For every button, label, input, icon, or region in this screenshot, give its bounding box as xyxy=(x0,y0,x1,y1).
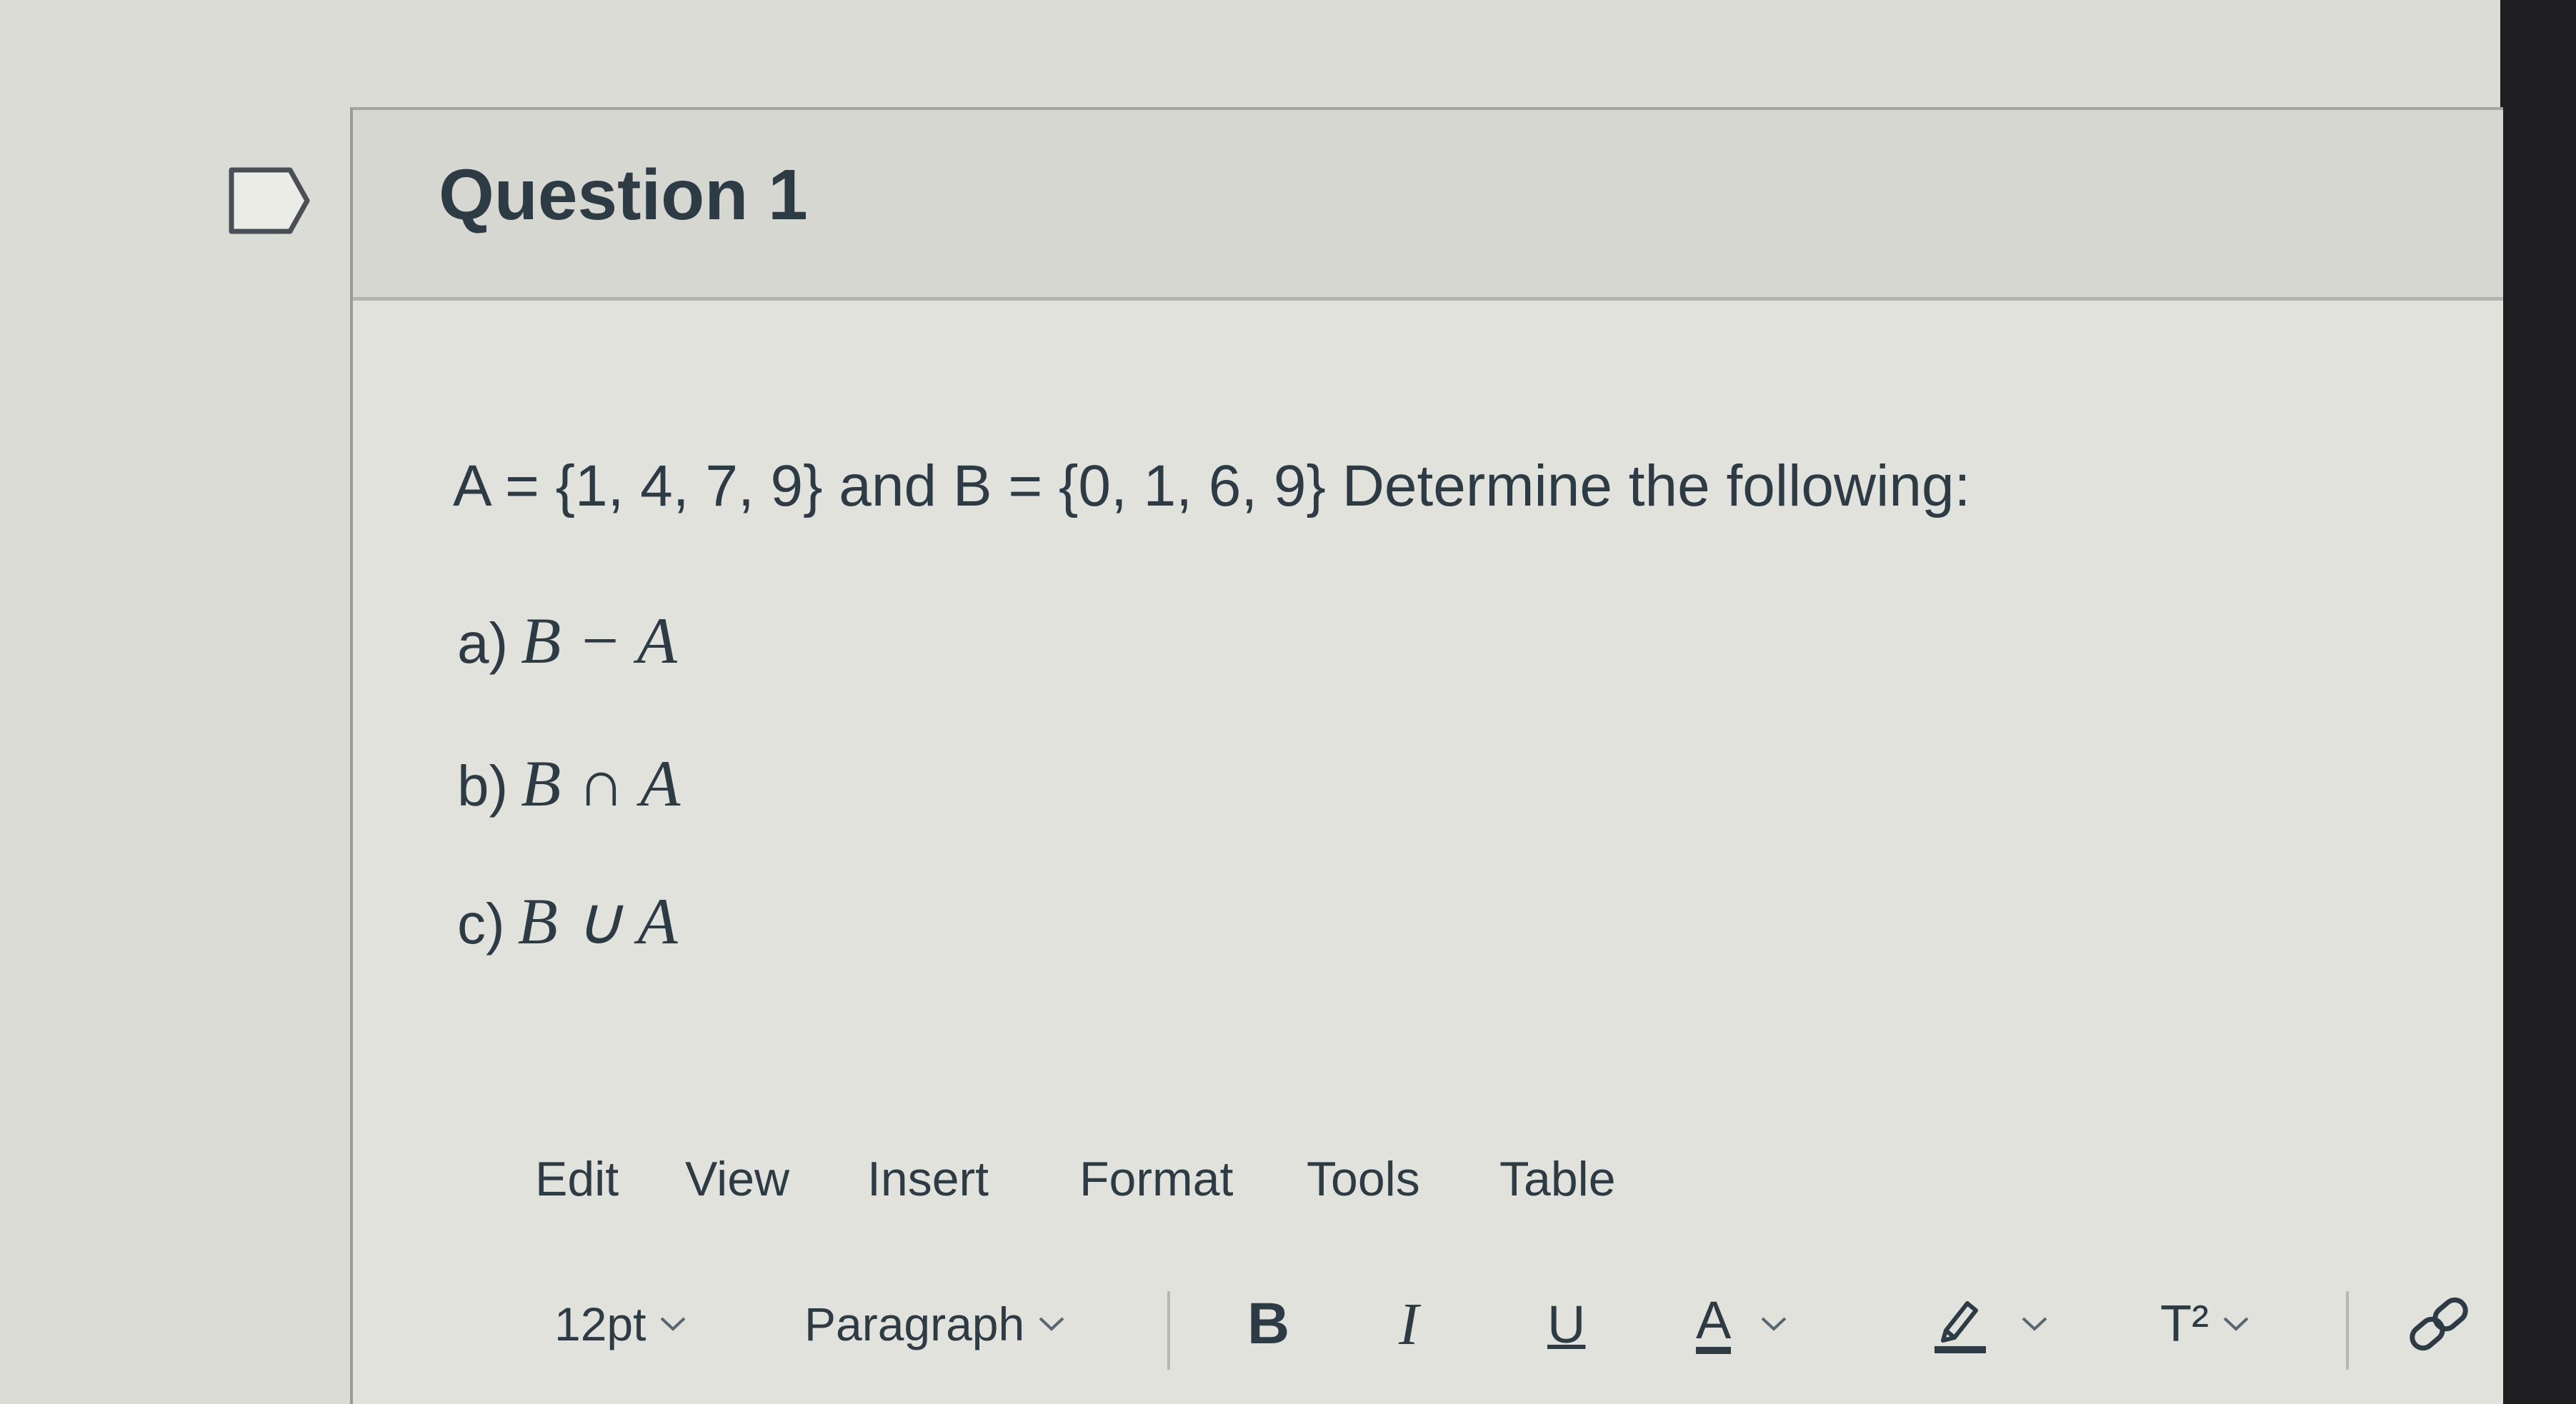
screen: Question 1 A = {1, 4, 7, 9} and B = {0, … xyxy=(0,0,2576,1404)
screen-edge xyxy=(2500,0,2576,1404)
menu-tools[interactable]: Tools xyxy=(1307,1151,1420,1207)
menu-insert[interactable]: Insert xyxy=(867,1151,989,1207)
chevron-down-icon xyxy=(1039,1317,1064,1331)
question-panel: Question 1 A = {1, 4, 7, 9} and B = {0, … xyxy=(350,107,2503,1404)
menu-view[interactable]: View xyxy=(685,1151,789,1207)
underline-label: U xyxy=(1547,1294,1586,1354)
part-a-expression: B − A xyxy=(521,604,677,677)
text-color-label: A xyxy=(1696,1294,1732,1354)
italic-label: I xyxy=(1399,1290,1419,1358)
part-b: b) B ∩ A xyxy=(457,746,680,821)
link-button[interactable] xyxy=(2403,1281,2475,1367)
chevron-down-icon xyxy=(661,1317,686,1331)
bold-button[interactable]: B xyxy=(1247,1281,1289,1367)
chevron-down-icon xyxy=(2223,1317,2249,1331)
text-color-button[interactable]: A xyxy=(1696,1281,1788,1367)
part-c-prefix: c) xyxy=(457,892,505,956)
menu-edit[interactable]: Edit xyxy=(535,1151,619,1207)
flag-icon[interactable] xyxy=(227,166,311,236)
part-c: c) B ∪ A xyxy=(457,883,678,959)
editor-toolbar: 12pt Paragraph B I U A T² xyxy=(353,1281,2503,1374)
menu-format[interactable]: Format xyxy=(1079,1151,1233,1207)
part-a-prefix: a) xyxy=(457,611,509,675)
menu-table[interactable]: Table xyxy=(1499,1151,1616,1207)
font-size-select[interactable]: 12pt xyxy=(554,1281,687,1367)
chevron-down-icon xyxy=(2022,1317,2047,1331)
part-c-expression: B ∪ A xyxy=(517,885,678,958)
question-header: Question 1 xyxy=(353,110,2503,301)
block-format-select[interactable]: Paragraph xyxy=(804,1281,1066,1367)
superscript-label: T² xyxy=(2160,1295,2209,1353)
part-b-prefix: b) xyxy=(457,754,509,818)
question-prompt: A = {1, 4, 7, 9} and B = {0, 1, 6, 9} De… xyxy=(453,453,1971,518)
italic-button[interactable]: I xyxy=(1399,1281,1419,1367)
link-icon xyxy=(2410,1297,2468,1351)
chevron-down-icon xyxy=(1761,1317,1787,1331)
toolbar-divider xyxy=(1167,1291,1170,1370)
bold-label: B xyxy=(1247,1291,1290,1356)
highlight-color-button[interactable] xyxy=(1932,1281,2049,1367)
underline-button[interactable]: U xyxy=(1547,1281,1585,1367)
highlighter-icon xyxy=(1935,1301,1986,1353)
font-size-value: 12pt xyxy=(554,1298,647,1350)
part-a: a) B − A xyxy=(457,603,677,678)
block-format-value: Paragraph xyxy=(804,1298,1025,1350)
question-title: Question 1 xyxy=(439,155,808,235)
part-b-expression: B ∩ A xyxy=(521,747,681,820)
superscript-button[interactable]: T² xyxy=(2160,1281,2250,1367)
toolbar-divider xyxy=(2346,1291,2349,1370)
